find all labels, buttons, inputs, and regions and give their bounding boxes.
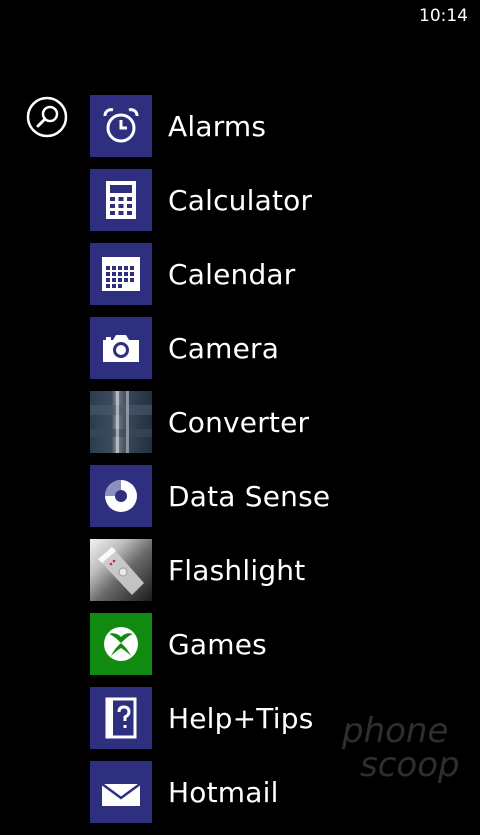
flashlight-icon — [98, 547, 144, 595]
camera-icon — [103, 335, 139, 362]
app-tile — [90, 761, 152, 823]
app-tile — [90, 465, 152, 527]
app-tile — [90, 169, 152, 231]
watermark: phone scoop — [322, 704, 472, 794]
app-item-calculator[interactable]: Calculator — [90, 169, 480, 231]
app-tile — [90, 95, 152, 157]
app-tile — [90, 317, 152, 379]
app-item-calendar[interactable]: Calendar — [90, 243, 480, 305]
converter-icon — [90, 391, 152, 453]
app-item-camera[interactable]: Camera — [90, 317, 480, 379]
app-label: Camera — [168, 331, 280, 365]
app-label: Data Sense — [168, 479, 331, 513]
app-label: Help+Tips — [168, 701, 314, 735]
app-label: Calculator — [168, 183, 313, 217]
phone-scoop-logo: phone scoop — [341, 711, 460, 785]
app-tile — [90, 539, 152, 601]
calendar-icon — [102, 257, 140, 291]
app-item-data-sense[interactable]: Data Sense — [90, 465, 480, 527]
app-item-games[interactable]: Games — [90, 613, 480, 675]
help-book-icon — [105, 697, 137, 739]
app-label: Games — [168, 627, 267, 661]
search-button[interactable] — [26, 96, 68, 138]
app-tile — [90, 391, 152, 453]
mail-icon — [101, 782, 141, 806]
app-tile — [90, 243, 152, 305]
search-icon — [26, 96, 68, 138]
clock: 10:14 — [419, 6, 468, 26]
calculator-icon — [106, 181, 136, 219]
app-tile — [90, 687, 152, 749]
app-label: Alarms — [168, 109, 267, 143]
app-item-alarms[interactable]: Alarms — [90, 95, 480, 157]
status-bar: 10:14 — [0, 0, 480, 32]
xbox-controller-icon — [104, 627, 138, 661]
app-tile — [90, 613, 152, 675]
app-label: Hotmail — [168, 775, 279, 809]
app-item-flashlight[interactable]: Flashlight — [90, 539, 480, 601]
app-label: Flashlight — [168, 553, 306, 587]
app-label: Calendar — [168, 257, 296, 291]
watermark-line2: scoop — [360, 745, 460, 785]
alarm-clock-icon — [103, 108, 139, 143]
app-item-converter[interactable]: Converter — [90, 391, 480, 453]
data-sense-icon — [105, 480, 137, 512]
app-label: Converter — [168, 405, 310, 439]
